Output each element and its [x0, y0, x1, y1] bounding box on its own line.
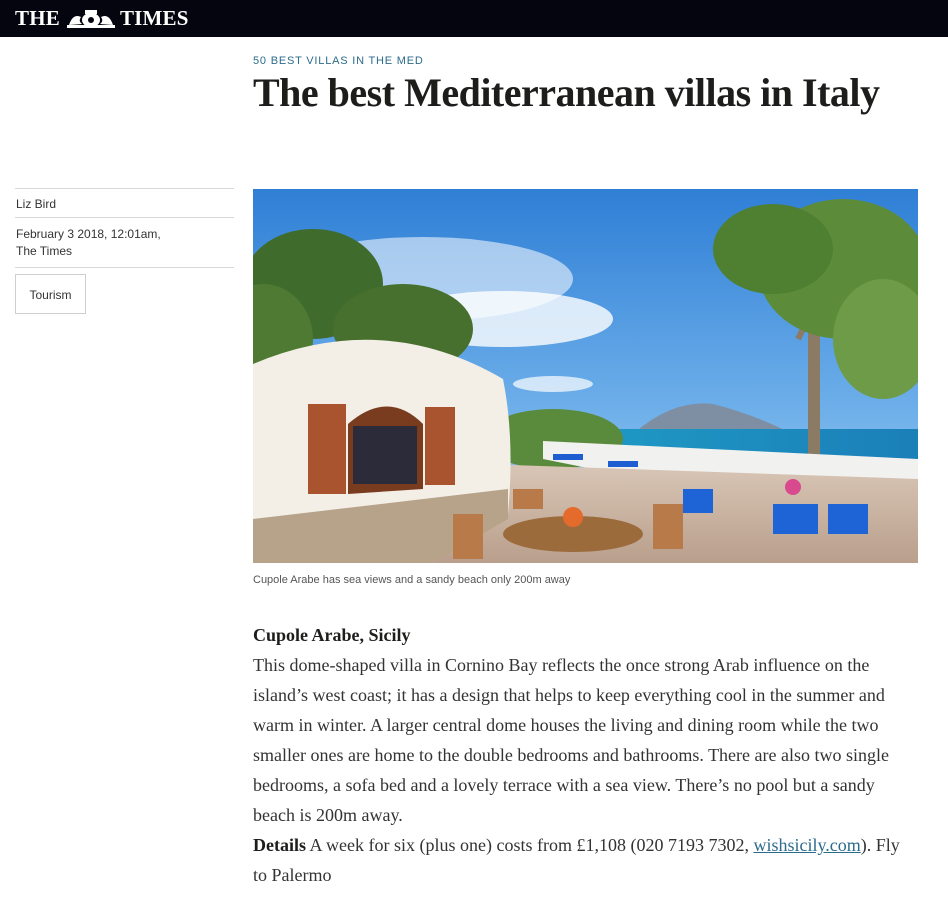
- article-header: 50 BEST VILLAS IN THE MED The best Medit…: [253, 54, 918, 115]
- logo-word-the: THE: [15, 6, 60, 30]
- divider: [15, 267, 234, 268]
- details-label: Details: [253, 835, 306, 855]
- villa-website-link[interactable]: wishsicily.com: [753, 835, 860, 855]
- hero-image: [253, 189, 918, 563]
- masthead: THE TIMES: [0, 0, 948, 37]
- villa-details: Details A week for six (plus one) costs …: [253, 830, 918, 890]
- article-flag[interactable]: 50 BEST VILLAS IN THE MED: [253, 54, 918, 68]
- article-meta-rail: Liz Bird February 3 2018, 12:01am, The T…: [15, 188, 234, 314]
- royal-crest-icon: [63, 9, 119, 29]
- article-body: Cupole Arabe, Sicily This dome-shaped vi…: [253, 620, 918, 890]
- details-text: A week for six (plus one) costs from £1,…: [306, 835, 754, 855]
- logo-word-times: TIMES: [119, 6, 189, 30]
- topic-tag-tourism[interactable]: Tourism: [15, 274, 86, 314]
- publish-info: February 3 2018, 12:01am, The Times: [15, 218, 234, 267]
- article-headline: The best Mediterranean villas in Italy: [253, 70, 880, 115]
- villa-description: This dome-shaped villa in Cornino Bay re…: [253, 655, 889, 825]
- times-logo[interactable]: THE TIMES: [15, 6, 189, 31]
- publish-date: February 3 2018, 12:01am,: [16, 227, 161, 241]
- image-caption: Cupole Arabe has sea views and a sandy b…: [253, 574, 571, 586]
- villa-subheading: Cupole Arabe, Sicily: [253, 625, 411, 645]
- publication-name: The Times: [16, 244, 73, 258]
- author-name[interactable]: Liz Bird: [15, 189, 234, 217]
